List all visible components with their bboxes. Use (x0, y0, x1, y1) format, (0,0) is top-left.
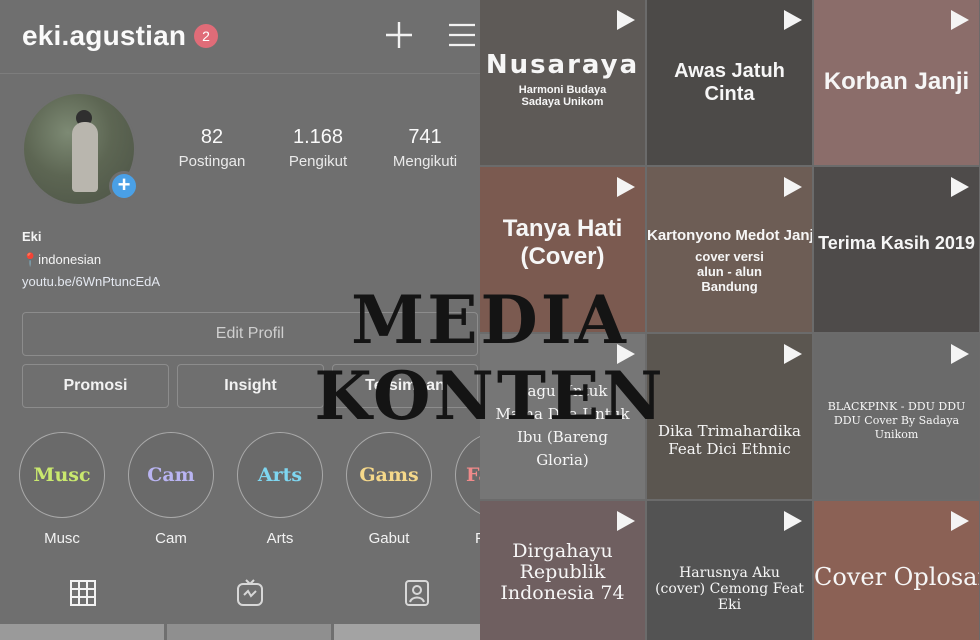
play-icon (951, 177, 969, 197)
highlight-ring: Musc (19, 432, 105, 518)
play-icon (617, 177, 635, 197)
stat-following-value: 741 (408, 126, 442, 148)
highlight-caption: Arts (266, 530, 294, 547)
bio-location: 📍indonesian (22, 252, 102, 267)
profile-tabs (0, 566, 480, 620)
video-tile[interactable]: BLACKPINK - DDU DDU DDU Cover By Sadaya … (814, 334, 979, 499)
video-title: Tanya Hati (Cover) (502, 215, 623, 270)
video-title: Korban Janji (823, 68, 970, 95)
stat-followers-value: 1.168 (292, 126, 344, 148)
stat-posts[interactable]: 82 Postingan (162, 126, 262, 170)
avatar-person-body (72, 122, 98, 192)
tagged-icon[interactable] (402, 578, 432, 608)
video-subtitle: Harmoni Budaya Sadaya Unikom (518, 84, 607, 108)
highlight-cover-text: Cam (147, 464, 195, 486)
screen: eki.agustian 2 + 82 Postingan 1.168 Peng… (0, 0, 980, 640)
play-icon (951, 511, 969, 531)
highlight-cover-text: Arts (257, 464, 303, 486)
video-tile[interactable]: Terima Kasih 2019 (814, 167, 979, 332)
plus-icon[interactable] (384, 20, 414, 50)
highlight-cover-text: Fa (466, 464, 480, 486)
highlight-ring: Cam (128, 432, 214, 518)
post-thumbnail[interactable] (167, 624, 331, 640)
video-title: Awas Jatuh Cinta (674, 60, 785, 105)
highlight-ring: Gams (346, 432, 432, 518)
video-title: BLACKPINK - DDU DDU DDU Cover By Sadaya … (827, 400, 966, 441)
igtv-icon[interactable] (235, 578, 265, 608)
stat-following-label: Mengikuti (392, 153, 458, 170)
bio-name: Eki (22, 229, 42, 244)
video-tile[interactable]: Nusaraya Harmoni Budaya Sadaya Unikom (480, 0, 645, 165)
video-title: Terima Kasih 2019 (818, 233, 975, 253)
video-tile[interactable]: Dirgahayu Republik Indonesia 74 (480, 501, 645, 640)
highlight-caption: Musc (44, 530, 80, 547)
highlight-cover-text: Gams (359, 464, 419, 486)
add-story-icon[interactable]: + (109, 171, 139, 201)
banner-title: MEDIA KONTEN (314, 281, 666, 435)
play-icon (617, 10, 635, 30)
stat-followers-label: Pengikut (288, 153, 348, 170)
post-grid-preview (0, 620, 480, 640)
highlight-cam[interactable]: Cam Cam (128, 432, 214, 547)
highlight-caption: F (475, 530, 480, 547)
post-thumbnail[interactable] (0, 624, 164, 640)
video-title: Dirgahayu Republik Indonesia 74 (500, 540, 625, 604)
stat-posts-value: 82 (200, 126, 224, 148)
highlight-gabut[interactable]: Gams Gabut (346, 432, 432, 547)
post-thumbnail[interactable] (334, 624, 480, 640)
video-title: Nusaraya (485, 50, 640, 80)
profile-header: eki.agustian 2 (0, 0, 480, 74)
video-tile[interactable]: Harusnya Aku (cover) Cemong Feat Eki (647, 501, 812, 640)
highlight-cover-text: Musc (33, 464, 91, 486)
play-icon (784, 177, 802, 197)
stat-followers[interactable]: 1.168 Pengikut (268, 126, 368, 170)
video-title: Kartonyono Medot Janji (647, 227, 812, 244)
video-tile[interactable]: Cover Oplosan (814, 501, 979, 640)
highlight-caption: Gabut (368, 530, 410, 547)
username[interactable]: eki.agustian (22, 20, 186, 52)
highlight-caption: Cam (155, 530, 187, 547)
video-title: Harusnya Aku (cover) Cemong Feat Eki (655, 565, 804, 613)
stat-following[interactable]: 741 Mengikuti (375, 126, 475, 170)
play-icon (951, 344, 969, 364)
play-icon (784, 10, 802, 30)
promosi-button[interactable]: Promosi (22, 364, 169, 408)
menu-icon[interactable] (448, 22, 476, 48)
highlight-ring: Fa (455, 432, 480, 518)
grid-icon[interactable] (68, 578, 98, 608)
bio-link[interactable]: youtu.be/6WnPtuncEdA (22, 274, 160, 289)
video-tile[interactable]: Korban Janji (814, 0, 979, 165)
play-icon (784, 511, 802, 531)
highlight-partial[interactable]: Fa F (455, 432, 480, 547)
highlight-arts[interactable]: Arts Arts (237, 432, 323, 547)
highlight-ring: Arts (237, 432, 323, 518)
video-title: Cover Oplosan (814, 563, 979, 591)
stat-posts-label: Postingan (178, 153, 246, 170)
play-icon (951, 10, 969, 30)
video-tile[interactable]: Awas Jatuh Cinta (647, 0, 812, 165)
play-icon (617, 511, 635, 531)
highlight-musc[interactable]: Musc Musc (19, 432, 105, 547)
notification-badge[interactable]: 2 (194, 24, 218, 48)
